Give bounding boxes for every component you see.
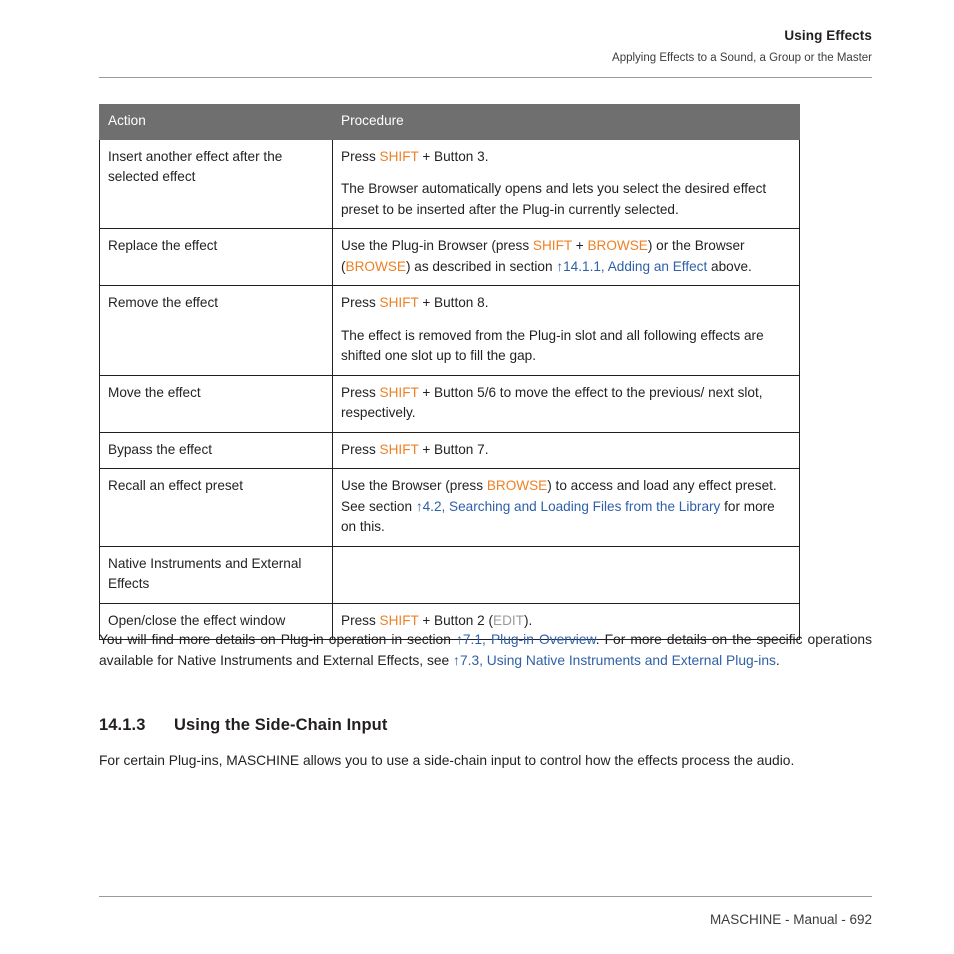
running-header: Using Effects Applying Effects to a Soun… <box>99 28 872 66</box>
text-run: For certain Plug-ins, MASCHINE allows yo… <box>99 753 795 768</box>
cell-action: Move the effect <box>99 374 333 433</box>
text-run: + Button 2 ( <box>418 612 493 628</box>
running-header-subtitle: Applying Effects to a Sound, a Group or … <box>612 52 872 64</box>
cross-reference-link[interactable]: ↑7.1, Plug-in Overview <box>456 632 596 647</box>
hardware-key-label-dimmed: EDIT <box>493 612 524 628</box>
cell-procedure: Press SHIFT + Button 3. The Browser autom… <box>332 138 800 229</box>
text-run: above. <box>707 258 752 274</box>
text-run: Press <box>341 441 380 457</box>
footer-text: MASCHINE - Manual - 692 <box>709 912 872 927</box>
procedure-paragraph: Press SHIFT + Button 2 (EDIT). <box>341 611 791 632</box>
table-body: Insert another effect after the selected… <box>99 138 800 640</box>
text-run: + <box>571 238 588 253</box>
cell-procedure: Press SHIFT + Button 5/6 to move the eff… <box>332 374 800 433</box>
cross-reference-link[interactable]: ↑14.1.1, Adding an Effect <box>556 259 707 274</box>
table-row: Move the effect Press SHIFT + Button 5/6 … <box>99 374 800 433</box>
text-run: You will find more details on Plug-in op… <box>99 632 456 647</box>
hardware-key-label: SHIFT <box>379 148 419 164</box>
text-run: ) as described in section <box>405 258 557 274</box>
table-header-row: Action Procedure <box>99 104 800 140</box>
hardware-key-label: BROWSE <box>587 238 648 253</box>
cell-procedure: Press SHIFT + Button 8. The effect is rem… <box>332 285 800 376</box>
hardware-key-label: BROWSE <box>345 258 406 274</box>
procedure-paragraph: Press SHIFT + Button 7. <box>341 440 791 461</box>
text-run: Press <box>341 295 380 310</box>
table-row: Replace the effect Use the Plug-in Browse… <box>99 228 800 286</box>
cell-action: Recall an effect preset <box>99 468 333 547</box>
procedure-paragraph: Press SHIFT + Button 5/6 to move the eff… <box>341 383 791 424</box>
table-row: Bypass the effect Press SHIFT + Button 7. <box>99 431 800 469</box>
cell-procedure: Use the Plug-in Browser (press SHIFT + B… <box>332 228 800 286</box>
procedure-paragraph: Press SHIFT + Button 3. <box>341 147 791 168</box>
hardware-key-label: SHIFT <box>532 238 572 253</box>
cross-reference-link[interactable]: ↑4.2, Searching and Loading Files from t… <box>416 499 721 514</box>
text-run: + Button 7. <box>418 441 489 457</box>
table-row: Native Instruments and External Effects <box>99 545 800 604</box>
side-chain-intro-paragraph: For certain Plug-ins, MASCHINE allows yo… <box>99 750 839 771</box>
column-header-procedure: Procedure <box>332 104 800 140</box>
cell-procedure <box>332 545 800 604</box>
running-header-title: Using Effects <box>784 28 872 43</box>
header-rule <box>99 77 872 78</box>
procedure-paragraph: Use the Browser (press BROWSE) to access… <box>341 476 791 538</box>
table-row: Recall an effect preset Use the Browser (… <box>99 468 800 547</box>
column-header-action: Action <box>99 104 333 140</box>
cell-procedure: Press SHIFT + Button 7. <box>332 431 800 469</box>
procedure-paragraph: Use the Plug-in Browser (press SHIFT + B… <box>341 236 791 277</box>
text-run: + Button 8. <box>418 295 489 310</box>
hardware-key-label: SHIFT <box>379 295 419 310</box>
cross-reference-link[interactable]: ↑7.3, Using Native Instruments and Exter… <box>453 653 776 668</box>
procedure-paragraph: The Browser automatically opens and lets… <box>341 179 791 220</box>
hardware-key-label: BROWSE <box>486 478 548 493</box>
hardware-key-label: SHIFT <box>379 441 419 457</box>
table-row: Insert another effect after the selected… <box>99 138 800 229</box>
text-run: Use the Browser (press <box>341 478 487 493</box>
text-run: Press <box>341 384 380 400</box>
section-title: Using the Side-Chain Input <box>174 716 388 734</box>
hardware-key-label: SHIFT <box>379 612 419 628</box>
document-page: Using Effects Applying Effects to a Soun… <box>0 0 954 954</box>
footer-rule <box>99 896 872 897</box>
cell-action: Native Instruments and External Effects <box>99 545 333 604</box>
section-number: 14.1.3 <box>99 716 146 734</box>
procedure-paragraph: The effect is removed from the Plug-in s… <box>341 326 791 367</box>
text-run: Use the Plug-in Browser (press <box>341 238 533 253</box>
cell-action: Remove the effect <box>99 285 333 376</box>
text-run: The effect is removed from the Plug-in s… <box>341 327 764 364</box>
cell-action: Bypass the effect <box>99 431 333 469</box>
text-run: Press <box>341 148 380 164</box>
effects-action-table: Action Procedure Insert another effect a… <box>99 104 800 640</box>
text-run: . <box>775 653 780 668</box>
cell-action: Insert another effect after the selected… <box>99 138 333 229</box>
text-run: + Button 3. <box>418 148 489 164</box>
text-run: ). <box>523 612 533 628</box>
text-run: Press <box>341 612 380 628</box>
plugin-reference-paragraph: You will find more details on Plug-in op… <box>99 629 872 671</box>
cell-action: Replace the effect <box>99 228 333 286</box>
hardware-key-label: SHIFT <box>379 384 419 400</box>
procedure-paragraph: Press SHIFT + Button 8. <box>341 293 791 314</box>
cell-procedure: Use the Browser (press BROWSE) to access… <box>332 468 800 547</box>
table-row: Remove the effect Press SHIFT + Button 8.… <box>99 285 800 376</box>
section-heading: 14.1.3 Using the Side-Chain Input <box>99 716 872 735</box>
text-run: The Browser automatically opens and lets… <box>341 181 767 217</box>
